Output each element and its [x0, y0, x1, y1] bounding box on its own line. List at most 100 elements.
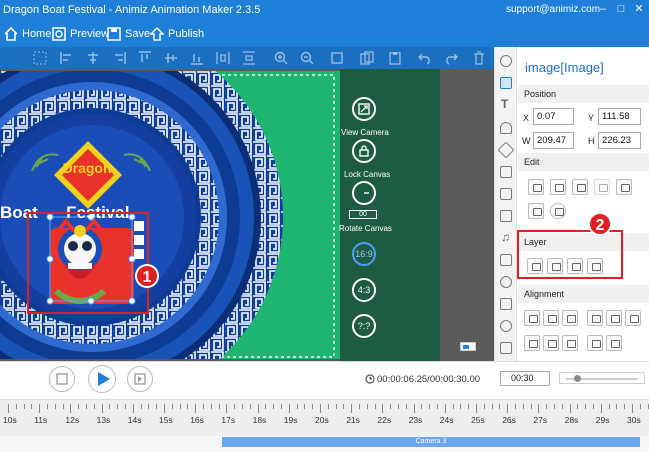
support-email[interactable]: support@animiz.com [506, 4, 600, 15]
time-tick-mark [624, 404, 626, 409]
bubble-tool-icon[interactable] [500, 188, 512, 200]
align-right-icon[interactable] [112, 51, 126, 65]
zoom-in-icon[interactable] [274, 51, 288, 65]
preview-end-button[interactable] [127, 366, 153, 392]
time-tick-label: 21s [346, 415, 360, 425]
play-button[interactable] [88, 365, 116, 393]
ratio-16-9-button[interactable]: 16:9 [352, 242, 376, 266]
time-tick-mark [234, 404, 236, 409]
align-top-button[interactable] [587, 310, 603, 326]
save-button[interactable]: Save [107, 24, 150, 44]
width-field[interactable]: 209.47 [533, 132, 574, 149]
zoom-out-icon[interactable] [300, 51, 314, 65]
publish-label: Publish [168, 28, 205, 40]
undo-icon[interactable] [418, 51, 432, 65]
duration-field[interactable]: 00:30 [500, 371, 550, 386]
shape-tool-icon[interactable] [500, 166, 512, 178]
height-field[interactable]: 226.23 [598, 132, 641, 149]
align-middle-button[interactable] [606, 310, 622, 326]
crop-button[interactable] [550, 179, 566, 195]
lock-canvas-button[interactable] [352, 139, 376, 163]
publish-button[interactable]: Publish [150, 24, 204, 44]
time-tick-label: 14s [127, 415, 142, 425]
time-tick-mark [437, 404, 438, 409]
same-height-button[interactable] [587, 335, 603, 351]
time-tick-label: 13s [96, 415, 111, 425]
preview-button[interactable]: Preview [52, 24, 109, 44]
time-tick-mark [538, 404, 540, 413]
formula-tool-icon[interactable] [500, 276, 512, 288]
role-tool-icon[interactable] [500, 122, 512, 134]
time-tick-mark [343, 404, 345, 409]
distribute-v-icon[interactable] [242, 51, 256, 65]
timeline[interactable]: 10s 11s 12s 13s 14s 15s 16s 17s 18s 19s 20s 21s 22s 2… [0, 399, 649, 452]
distribute-h-icon[interactable] [216, 51, 230, 65]
tools-tool-icon[interactable] [497, 141, 515, 159]
align-top-icon[interactable] [138, 51, 152, 65]
minimap-thumbnail[interactable] [460, 342, 476, 351]
same-size-button[interactable] [606, 335, 622, 351]
time-tick-mark [304, 404, 306, 409]
view-camera-button[interactable] [352, 97, 376, 121]
rotate-canvas-button[interactable] [352, 181, 376, 205]
background-tool-icon[interactable] [500, 55, 512, 67]
same-width-button[interactable] [562, 335, 578, 351]
music-tool-icon[interactable]: ♫ [501, 230, 510, 244]
rotate-angle-field[interactable]: 00 [349, 210, 377, 219]
align-left-button[interactable] [524, 310, 540, 326]
image-tool-icon[interactable] [500, 77, 512, 89]
zoom-slider-handle[interactable] [574, 375, 581, 382]
align-middle-icon[interactable] [164, 51, 178, 65]
distribute-v-button[interactable] [543, 335, 559, 351]
time-tick-mark [585, 404, 587, 409]
align-left-icon[interactable] [60, 51, 74, 65]
ratio-4-3-button[interactable]: 4:3 [352, 278, 376, 302]
time-tick-mark [398, 404, 399, 409]
replace-button[interactable] [572, 179, 588, 195]
align-center-button[interactable] [543, 310, 559, 326]
mask-button[interactable] [550, 203, 566, 219]
time-tick-mark [632, 404, 633, 413]
ratio-custom-button[interactable]: ?:? [352, 314, 376, 338]
svg-tool-icon[interactable] [500, 254, 512, 266]
delete-layer-button[interactable] [528, 179, 544, 195]
align-center-icon[interactable] [86, 51, 100, 65]
effect-button[interactable] [528, 203, 544, 219]
select-all-icon[interactable] [33, 51, 47, 65]
home-button[interactable]: Home [4, 24, 51, 44]
camera-track[interactable]: Camera 3 [222, 437, 640, 447]
chart-tool-icon[interactable] [500, 320, 512, 332]
zoom-slider[interactable] [559, 372, 645, 384]
lock-icon [359, 145, 369, 157]
text-tool-icon[interactable]: T [501, 97, 508, 111]
maximize-icon[interactable]: □ [614, 2, 628, 16]
video-tool-icon[interactable] [500, 210, 512, 222]
flip-button[interactable] [616, 179, 632, 195]
preview-label: Preview [70, 28, 110, 40]
close-icon[interactable]: ✕ [632, 2, 646, 16]
minimize-icon[interactable]: – [596, 2, 610, 16]
align-bottom-button[interactable] [625, 310, 641, 326]
time-tick-mark [296, 404, 298, 409]
redo-icon[interactable] [444, 51, 458, 65]
time-tick-mark [210, 404, 212, 409]
delete-icon[interactable] [472, 51, 486, 65]
more-tool-icon[interactable] [500, 342, 512, 354]
align-bottom-icon[interactable] [190, 51, 204, 65]
time-tick-mark [312, 404, 314, 409]
time-ruler[interactable]: 10s 11s 12s 13s 14s 15s 16s 17s 18s 19s 20s 21s 22s 2… [0, 400, 649, 436]
properties-panel: image[Image] Position X 0.07 Y 111.58 W … [518, 47, 649, 361]
time-tick-label: 27s [533, 415, 548, 425]
x-field[interactable]: 0.07 [533, 108, 574, 125]
flash-tool-icon[interactable] [500, 298, 512, 310]
fit-screen-icon[interactable] [330, 51, 344, 65]
lock-layer-button[interactable] [594, 179, 610, 195]
paste-icon[interactable] [388, 51, 402, 65]
copy-icon[interactable] [360, 51, 374, 65]
time-tick-label: 23s [408, 415, 423, 425]
align-right-button[interactable] [562, 310, 578, 326]
time-tick-mark [608, 404, 610, 409]
distribute-h-button[interactable] [524, 335, 540, 351]
preview-start-button[interactable] [49, 366, 75, 392]
y-field[interactable]: 111.58 [598, 108, 641, 125]
